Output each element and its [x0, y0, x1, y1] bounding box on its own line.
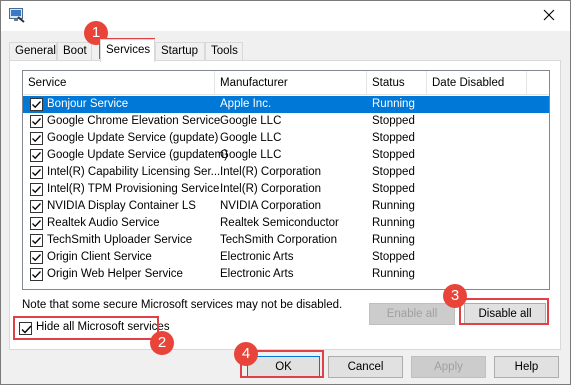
- service-name: NVIDIA Display Container LS: [47, 200, 196, 212]
- service-manufacturer: Apple Inc.: [220, 98, 272, 110]
- table-row[interactable]: Google Update Service (gupdatem) Google L…: [23, 147, 549, 164]
- service-manufacturer: Google LLC: [220, 115, 282, 127]
- tab-boot[interactable]: Boot: [57, 42, 92, 61]
- service-status: Running: [372, 268, 415, 280]
- service-name: Bonjour Service: [47, 98, 129, 110]
- service-status: Stopped: [372, 115, 415, 127]
- column-service[interactable]: Service: [23, 71, 215, 95]
- service-manufacturer: Electronic Arts: [220, 268, 294, 280]
- checkbox-box[interactable]: [19, 322, 32, 335]
- step-badge-2: 2: [150, 331, 174, 355]
- service-name: Realtek Audio Service: [47, 217, 160, 229]
- ok-button[interactable]: OK: [247, 356, 320, 378]
- service-name: Intel(R) Capability Licensing Ser...: [47, 166, 221, 178]
- service-manufacturer: Google LLC: [220, 132, 282, 144]
- column-date-disabled[interactable]: Date Disabled: [427, 71, 527, 95]
- service-name: Google Chrome Elevation Service: [47, 115, 221, 127]
- service-status: Stopped: [372, 166, 415, 178]
- service-status: Running: [372, 200, 415, 212]
- service-manufacturer: TechSmith Corporation: [220, 234, 337, 246]
- table-row[interactable]: Origin Web Helper Service Electronic Arts…: [23, 266, 549, 283]
- service-status: Running: [372, 234, 415, 246]
- msconfig-icon: [9, 8, 25, 23]
- service-name: Google Update Service (gupdatem): [47, 149, 228, 161]
- service-checkbox[interactable]: [30, 132, 43, 145]
- service-name: Origin Client Service: [47, 251, 152, 263]
- service-manufacturer: Electronic Arts: [220, 251, 294, 263]
- column-status[interactable]: Status: [367, 71, 427, 95]
- table-row[interactable]: Intel(R) TPM Provisioning Service Intel(R…: [23, 181, 549, 198]
- help-button[interactable]: Help: [494, 356, 559, 378]
- service-name: Google Update Service (gupdate): [47, 132, 219, 144]
- service-checkbox[interactable]: [30, 251, 43, 264]
- service-status: Stopped: [372, 251, 415, 263]
- tab-startup[interactable]: Startup: [155, 42, 205, 61]
- cancel-button[interactable]: Cancel: [328, 356, 403, 378]
- service-name: Intel(R) TPM Provisioning Service: [47, 183, 220, 195]
- service-status: Stopped: [372, 132, 415, 144]
- service-manufacturer: Google LLC: [220, 149, 282, 161]
- list-header: Service Manufacturer Status Date Disable…: [23, 71, 549, 95]
- service-checkbox[interactable]: [30, 234, 43, 247]
- step-badge-4: 4: [234, 342, 258, 366]
- tab-general[interactable]: General: [9, 42, 57, 61]
- service-checkbox[interactable]: [30, 200, 43, 213]
- table-row[interactable]: Google Update Service (gupdate) Google LL…: [23, 130, 549, 147]
- service-manufacturer: Intel(R) Corporation: [220, 166, 321, 178]
- service-checkbox[interactable]: [30, 183, 43, 196]
- table-row[interactable]: TechSmith Uploader Service TechSmith Corp…: [23, 232, 549, 249]
- service-manufacturer: Realtek Semiconductor: [220, 217, 339, 229]
- service-status: Running: [372, 217, 415, 229]
- service-name: TechSmith Uploader Service: [47, 234, 193, 246]
- services-list[interactable]: Service Manufacturer Status Date Disable…: [22, 70, 550, 290]
- close-icon[interactable]: [534, 3, 564, 27]
- service-checkbox[interactable]: [30, 98, 43, 111]
- table-row[interactable]: Google Chrome Elevation Service Google LL…: [23, 113, 549, 130]
- system-configuration-window: General Boot Services Startup Tools Serv…: [0, 0, 571, 385]
- service-checkbox[interactable]: [30, 268, 43, 281]
- table-row[interactable]: Bonjour Service Apple Inc. Running: [23, 96, 549, 113]
- table-row[interactable]: Intel(R) Capability Licensing Ser... Inte…: [23, 164, 549, 181]
- service-status: Running: [372, 98, 415, 110]
- step-badge-3: 3: [443, 284, 467, 308]
- service-status: Stopped: [372, 149, 415, 161]
- service-manufacturer: Intel(R) Corporation: [220, 183, 321, 195]
- service-status: Stopped: [372, 183, 415, 195]
- hide-microsoft-services-label: Hide all Microsoft services: [36, 321, 170, 333]
- enable-all-button[interactable]: Enable all: [369, 303, 455, 325]
- service-name: Origin Web Helper Service: [47, 268, 183, 280]
- column-manufacturer[interactable]: Manufacturer: [215, 71, 367, 95]
- disable-all-button[interactable]: Disable all: [464, 303, 546, 325]
- service-checkbox[interactable]: [30, 166, 43, 179]
- service-checkbox[interactable]: [30, 217, 43, 230]
- secure-services-note: Note that some secure Microsoft services…: [22, 299, 343, 311]
- tab-tools[interactable]: Tools: [205, 42, 243, 61]
- tab-services[interactable]: Services: [100, 39, 155, 62]
- service-manufacturer: NVIDIA Corporation: [220, 200, 321, 212]
- table-row[interactable]: Origin Client Service Electronic Arts Stop…: [23, 249, 549, 266]
- apply-button[interactable]: Apply: [411, 356, 486, 378]
- table-row[interactable]: Realtek Audio Service Realtek Semiconduct…: [23, 215, 549, 232]
- service-checkbox[interactable]: [30, 149, 43, 162]
- service-checkbox[interactable]: [30, 115, 43, 128]
- table-row[interactable]: NVIDIA Display Container LS NVIDIA Corpor…: [23, 198, 549, 215]
